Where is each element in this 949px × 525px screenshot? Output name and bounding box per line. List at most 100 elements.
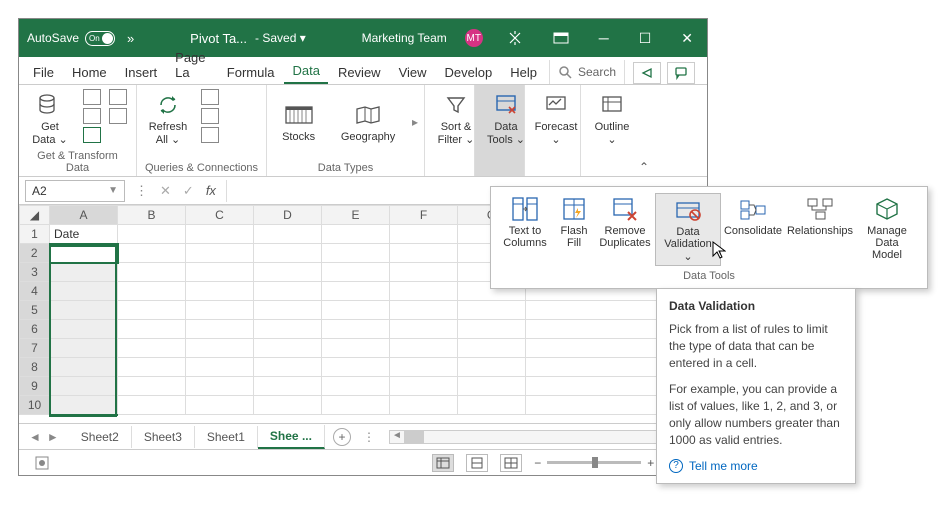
avatar[interactable]: MT (465, 29, 483, 47)
row-header[interactable]: 3 (20, 263, 50, 282)
group-label: Get & Transform Data (25, 148, 130, 174)
add-sheet-button[interactable]: + (333, 428, 351, 446)
name-box[interactable]: A2 ▼ (25, 180, 125, 202)
select-all-corner[interactable]: ◢ (20, 206, 50, 225)
from-table-icon[interactable] (83, 127, 101, 143)
forecast-label: Forecast ⌄ (535, 121, 578, 146)
row-header[interactable]: 7 (20, 339, 50, 358)
tab-insert[interactable]: Insert (117, 60, 166, 84)
text-to-columns-button[interactable]: Text to Columns (497, 193, 553, 266)
comments-button[interactable] (667, 62, 695, 84)
zoom-out-icon[interactable]: − (534, 456, 541, 470)
remove-duplicates-icon (608, 195, 642, 223)
flash-fill-button[interactable]: Flash Fill (553, 193, 595, 266)
tab-home[interactable]: Home (64, 60, 115, 84)
paint-format-icon[interactable] (501, 30, 529, 46)
gallery-group-label: Data Tools (491, 268, 927, 288)
manage-data-model-button[interactable]: Manage Data Model (855, 193, 919, 266)
tab-data[interactable]: Data (284, 58, 327, 84)
remove-duplicates-button[interactable]: Remove Duplicates (595, 193, 655, 266)
data-validation-button[interactable]: Data Validation ⌄ (655, 193, 721, 266)
col-header-b[interactable]: B (118, 206, 186, 225)
fbar-dots-icon[interactable]: ⋮ (135, 183, 148, 199)
tab-view[interactable]: View (391, 60, 435, 84)
tab-help[interactable]: Help (502, 60, 545, 84)
collapse-ribbon-icon[interactable]: ⌃ (633, 156, 655, 176)
zoom-in-icon[interactable]: + (647, 456, 654, 470)
qat-overflow-icon[interactable]: » (127, 31, 134, 46)
sheet-tab[interactable]: Sheet1 (195, 426, 258, 448)
from-text-icon[interactable] (83, 89, 101, 105)
tab-file[interactable]: File (25, 60, 62, 84)
col-header-f[interactable]: F (390, 206, 458, 225)
macro-record-icon[interactable] (35, 456, 53, 470)
cancel-formula-icon[interactable]: ✕ (160, 183, 171, 199)
stocks-button[interactable]: Stocks (273, 99, 324, 145)
sheet-tab[interactable]: Sheet2 (69, 426, 132, 448)
sheet-menu-dots[interactable]: ⋮ (359, 430, 379, 444)
zoom-slider[interactable]: − + (534, 456, 654, 470)
get-data-button[interactable]: Get Data ⌄ (25, 89, 75, 148)
existing-connections-icon[interactable] (109, 108, 127, 124)
cell-a1[interactable]: Date (50, 225, 118, 244)
text-to-columns-icon (508, 195, 542, 223)
ribbon-group-queries: Refresh All ⌄ Queries & Connections (137, 85, 267, 176)
maximize-button[interactable]: ☐ (633, 30, 658, 47)
col-header-e[interactable]: E (322, 206, 390, 225)
row-header[interactable]: 2 (20, 244, 50, 263)
sheet-tab-active[interactable]: Shee ... (258, 425, 325, 449)
autosave-toggle[interactable]: On (85, 31, 115, 46)
cell-a2-active[interactable] (50, 244, 118, 263)
sheet-next-icon[interactable]: ► (47, 430, 59, 444)
col-header-d[interactable]: D (254, 206, 322, 225)
page-break-view-button[interactable] (500, 454, 522, 472)
ribbon: Get Data ⌄ Get & Transform Data (19, 85, 707, 177)
recent-sources-icon[interactable] (109, 89, 127, 105)
sheet-tab-bar: ◄ ► Sheet2 Sheet3 Sheet1 Shee ... + ⋮ ◄► (19, 423, 707, 449)
tab-developer[interactable]: Develop (437, 60, 501, 84)
col-header-c[interactable]: C (186, 206, 254, 225)
tab-page-layout[interactable]: Page La (167, 45, 217, 84)
row-header[interactable]: 10 (20, 396, 50, 415)
geography-button[interactable]: Geography (338, 99, 398, 145)
tell-me-more-link[interactable]: ? Tell me more (669, 459, 843, 473)
properties-icon[interactable] (201, 108, 219, 124)
close-button[interactable]: ✕ (675, 30, 699, 47)
fx-icon[interactable]: fx (206, 183, 216, 198)
edit-links-icon[interactable] (201, 127, 219, 143)
tooltip-body-1: Pick from a list of rules to limit the t… (669, 321, 843, 371)
row-header[interactable]: 1 (20, 225, 50, 244)
sort-filter-label: Sort & Filter ⌄ (438, 121, 475, 146)
forecast-button[interactable]: Forecast ⌄ (531, 89, 581, 148)
horizontal-scrollbar[interactable]: ◄► (389, 430, 697, 444)
row-header[interactable]: 4 (20, 282, 50, 301)
data-tools-button[interactable]: Data Tools ⌄ (481, 89, 531, 148)
row-header[interactable]: 9 (20, 377, 50, 396)
from-web-icon[interactable] (83, 108, 101, 124)
outline-button[interactable]: Outline ⌄ (587, 89, 637, 148)
saved-indicator[interactable]: - Saved ▾ (255, 31, 306, 45)
sheet-tab[interactable]: Sheet3 (132, 426, 195, 448)
row-header[interactable]: 8 (20, 358, 50, 377)
relationships-button[interactable]: Relationships (785, 193, 855, 266)
page-layout-view-button[interactable] (466, 454, 488, 472)
col-header-a[interactable]: A (50, 206, 118, 225)
refresh-all-button[interactable]: Refresh All ⌄ (143, 89, 193, 148)
sheet-prev-icon[interactable]: ◄ (29, 430, 41, 444)
minimize-button[interactable]: ─ (593, 30, 615, 46)
autosave-control[interactable]: AutoSave On (27, 31, 115, 46)
tab-formulas[interactable]: Formula (219, 60, 283, 84)
enter-formula-icon[interactable]: ✓ (183, 183, 194, 199)
ribbon-display-icon[interactable] (547, 32, 575, 44)
row-header[interactable]: 5 (20, 301, 50, 320)
sort-filter-button[interactable]: Sort & Filter ⌄ (431, 89, 481, 148)
row-header[interactable]: 6 (20, 320, 50, 339)
share-button[interactable] (633, 62, 661, 84)
ribbon-group-data-types: Stocks Geography ▸ Data Types (267, 85, 425, 176)
database-icon (34, 91, 66, 119)
tab-review[interactable]: Review (330, 60, 389, 84)
queries-icon[interactable] (201, 89, 219, 105)
normal-view-button[interactable] (432, 454, 454, 472)
consolidate-button[interactable]: Consolidate (721, 193, 785, 266)
search-box[interactable]: Search (549, 60, 625, 84)
